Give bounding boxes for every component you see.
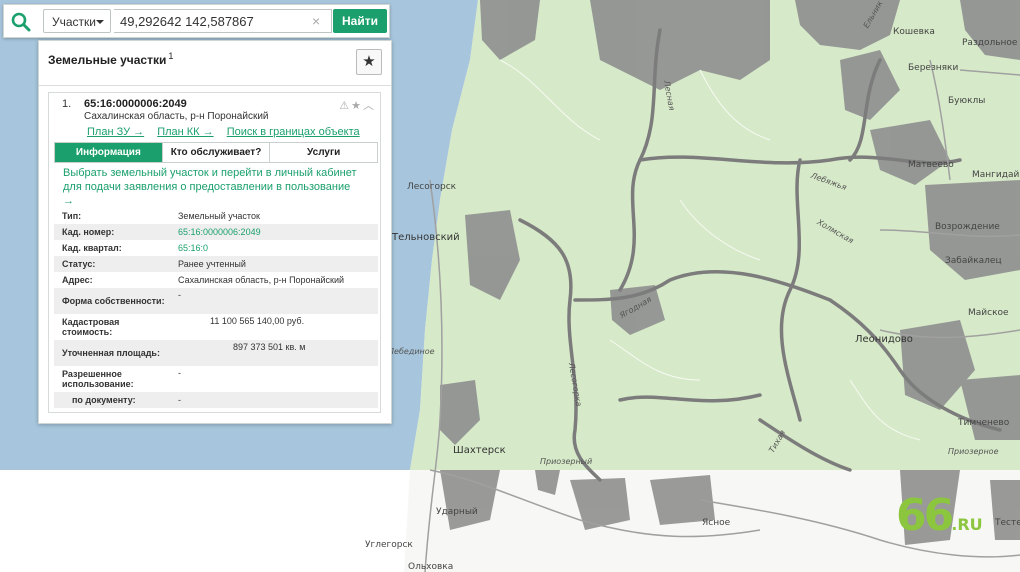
row-key: по документу: xyxy=(54,392,170,408)
map-label-vozrozhdenie: Возрождение xyxy=(935,222,1000,232)
table-row: Уточненная площадь: 897 373 501 кв. м xyxy=(54,340,378,366)
table-row: Разрешенное использование: - xyxy=(54,366,378,392)
results-panel: Земельные участки 1 ★ 1. 65:16:0000006:20… xyxy=(38,40,392,424)
cadastral-number[interactable]: 65:16:0000006:2049 xyxy=(84,98,187,110)
map-label-olkhovka: Ольховка xyxy=(408,562,454,572)
table-row: Статус: Ранее учтенный xyxy=(54,256,378,272)
map-label-mangidai: Мангидай xyxy=(972,170,1020,180)
chevron-down-icon xyxy=(96,20,104,24)
row-value: Ранее учтенный xyxy=(170,256,378,272)
table-row: Кадастровая стоимость: 11 100 565 140,00… xyxy=(54,314,378,340)
row-value: - xyxy=(170,288,378,314)
table-row: по документу: - xyxy=(54,392,378,408)
logo-suffix: .RU xyxy=(951,515,983,534)
map-label-priozerny: Приозерный xyxy=(540,457,593,466)
table-row: Форма собственности: - xyxy=(54,288,378,314)
row-value: - xyxy=(178,368,181,378)
map-label-lebedinoe: Лебединое xyxy=(388,347,435,356)
row-key: Кад. квартал: xyxy=(62,243,122,253)
map-label-telnovsky: Тельновский xyxy=(392,232,460,243)
favorite-star-button[interactable]: ★ xyxy=(356,49,382,75)
logo-main: 66 xyxy=(896,490,954,541)
panel-title-text: Земельные участки xyxy=(48,53,167,67)
result-region: Сахалинская область, р-н Поронайский xyxy=(84,111,269,122)
row-value-cad-number[interactable]: 65:16:0000006:2049 xyxy=(170,224,378,240)
row-value: 897 373 501 кв. м xyxy=(170,340,378,366)
map-label-zabaykalets: Забайкалец xyxy=(945,256,1002,266)
row-value-cad-quarter[interactable]: 65:16:0 xyxy=(170,240,378,256)
tab-information[interactable]: Информация xyxy=(55,143,163,162)
row-value: - xyxy=(170,392,378,408)
row-key: Форма собственности: xyxy=(54,288,170,314)
link-plan-kk[interactable]: План КК → xyxy=(157,126,213,138)
row-value: Сахалинская область, р-н Поронайский xyxy=(178,275,345,285)
map-label-priozernoe: Приозерное xyxy=(948,447,999,456)
divider xyxy=(39,85,391,86)
tab-services[interactable]: Услуги xyxy=(270,143,377,162)
search-bar: Участки × Найти xyxy=(3,4,390,38)
map-label-buyukly: Буюклы xyxy=(948,96,986,106)
result-tool-icons[interactable]: ⚠★︿ xyxy=(339,97,376,113)
row-key: Кадастровая стоимость: xyxy=(62,317,120,337)
row-key: Кад. номер: xyxy=(54,224,170,240)
table-row: Адрес: Сахалинская область, р-н Поронайс… xyxy=(54,272,378,288)
row-key: Разрешенное использование: xyxy=(62,369,134,389)
result-tabs: Информация Кто обслуживает? Услуги xyxy=(54,142,378,163)
map-label-bereznyaki: Березняки xyxy=(908,63,959,73)
map-label-timchenevo: Тимченево xyxy=(958,418,1010,428)
tab-who-serves[interactable]: Кто обслуживает? xyxy=(163,143,271,162)
parcel-info-table: Тип: Земельный участок Кад. номер: 65:16… xyxy=(54,208,378,408)
panel-title: Земельные участки 1 xyxy=(48,51,173,67)
object-type-dropdown[interactable]: Участки xyxy=(43,9,111,33)
result-index: 1. xyxy=(62,98,72,110)
map-label-mayskoe: Майское xyxy=(968,308,1009,318)
map-label-teste: Тесте xyxy=(995,518,1020,528)
map-label-udarny: Ударный xyxy=(436,507,478,517)
row-value: 11 100 565 140,00 руб. xyxy=(210,316,305,326)
row-key: Адрес: xyxy=(62,275,93,285)
row-key: Статус: xyxy=(54,256,170,272)
map-label-uglegorsk: Углегорск xyxy=(365,540,413,550)
search-icon[interactable] xyxy=(10,11,32,33)
row-key: Тип: xyxy=(62,211,82,221)
row-key: Уточненная площадь: xyxy=(54,340,170,366)
table-row: Кад. номер: 65:16:0000006:2049 xyxy=(54,224,378,240)
row-value: Земельный участок xyxy=(178,211,260,221)
search-input[interactable] xyxy=(114,9,332,33)
map-label-koshevka: Кошевка xyxy=(893,27,935,37)
select-parcel-link[interactable]: Выбрать земельный участок и перейти в ли… xyxy=(63,166,363,208)
map-label-yasnoe: Ясное xyxy=(702,518,731,528)
clear-icon[interactable]: × xyxy=(312,14,320,28)
site-logo: 66.RU xyxy=(896,490,983,541)
link-plan-zu[interactable]: План ЗУ → xyxy=(87,126,144,138)
map-label-leonidovo: Леонидово xyxy=(855,334,913,345)
result-count: 1 xyxy=(168,51,174,61)
map-label-matveevo: Матвеево xyxy=(908,160,954,170)
table-row: Тип: Земельный участок xyxy=(54,208,378,224)
result-card: 1. 65:16:0000006:2049 Сахалинская област… xyxy=(48,92,381,413)
object-type-value: Участки xyxy=(52,15,96,29)
map-label-razdolnoe: Раздольное xyxy=(962,38,1018,48)
map-label-shakhtersk: Шахтерск xyxy=(453,445,506,456)
map-label-lesogorsk: Лесогорск xyxy=(407,182,457,192)
search-button[interactable]: Найти xyxy=(333,9,387,33)
table-row: Кад. квартал: 65:16:0 xyxy=(54,240,378,256)
